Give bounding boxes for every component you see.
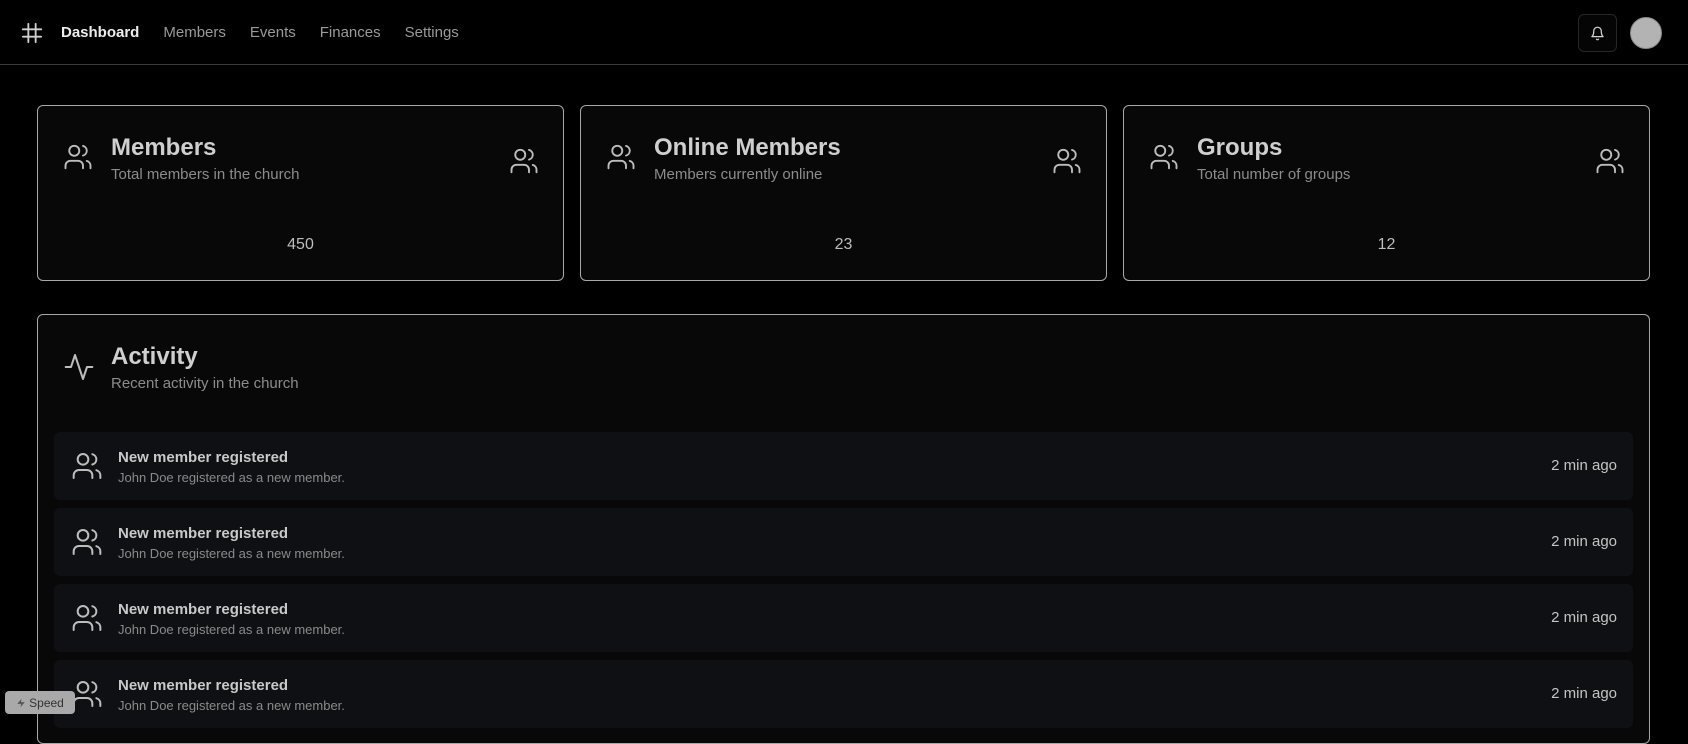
users-icon [63, 142, 93, 172]
users-icon [1052, 146, 1082, 176]
stat-card-title: Groups [1197, 134, 1283, 161]
stat-card-value: 450 [287, 236, 314, 253]
stat-card-members: Members Total members in the church 450 [37, 105, 564, 281]
lightning-icon [16, 697, 26, 709]
activity-item-time: 2 min ago [1551, 685, 1617, 702]
users-icon [1149, 142, 1179, 172]
activity-item-description: John Doe registered as a new member. [118, 698, 345, 713]
activity-item[interactable]: New member registered John Doe registere… [54, 584, 1633, 652]
users-icon [71, 526, 103, 558]
main-nav: Dashboard Members Events Finances Settin… [61, 22, 459, 44]
activity-item-time: 2 min ago [1551, 457, 1617, 474]
users-icon [71, 450, 103, 482]
stat-card-description: Total members in the church [111, 166, 300, 183]
nav-item-dashboard[interactable]: Dashboard [61, 22, 139, 44]
notifications-button[interactable] [1578, 14, 1617, 52]
nav-item-settings[interactable]: Settings [405, 22, 459, 44]
activity-item-title: New member registered [118, 449, 289, 466]
users-icon [509, 146, 539, 176]
user-avatar[interactable] [1630, 17, 1662, 49]
bell-icon [1590, 26, 1605, 41]
activity-item-title: New member registered [118, 677, 289, 694]
stat-card-description: Total number of groups [1197, 166, 1351, 183]
activity-item-title: New member registered [118, 601, 289, 618]
users-icon [1595, 146, 1625, 176]
activity-item-time: 2 min ago [1551, 533, 1617, 550]
speed-label: Speed [29, 695, 64, 710]
stat-card-value: 12 [1377, 236, 1396, 253]
activity-item-description: John Doe registered as a new member. [118, 622, 345, 637]
stat-card-title: Members [111, 134, 217, 161]
activity-title: Activity [111, 343, 198, 370]
speed-badge[interactable]: Speed [5, 691, 75, 714]
activity-icon [63, 351, 95, 383]
stat-card-value: 23 [834, 236, 853, 253]
top-navigation-bar: Dashboard Members Events Finances Settin… [0, 0, 1688, 65]
activity-panel: Activity Recent activity in the church N… [37, 314, 1650, 744]
hash-logo-icon[interactable] [21, 22, 43, 44]
activity-item-title: New member registered [118, 525, 289, 542]
nav-item-events[interactable]: Events [250, 22, 296, 44]
nav-item-finances[interactable]: Finances [320, 22, 381, 44]
activity-item-description: John Doe registered as a new member. [118, 470, 345, 485]
nav-item-members[interactable]: Members [163, 22, 226, 44]
stat-card-description: Members currently online [654, 166, 823, 183]
stat-card-online-members: Online Members Members currently online … [580, 105, 1107, 281]
activity-item[interactable]: New member registered John Doe registere… [54, 660, 1633, 728]
activity-item[interactable]: New member registered John Doe registere… [54, 432, 1633, 500]
stat-card-title: Online Members [654, 134, 841, 161]
activity-description: Recent activity in the church [111, 375, 299, 392]
activity-item-description: John Doe registered as a new member. [118, 546, 345, 561]
activity-item[interactable]: New member registered John Doe registere… [54, 508, 1633, 576]
activity-item-time: 2 min ago [1551, 609, 1617, 626]
users-icon [71, 678, 103, 710]
users-icon [71, 602, 103, 634]
users-icon [606, 142, 636, 172]
stat-card-groups: Groups Total number of groups 12 [1123, 105, 1650, 281]
